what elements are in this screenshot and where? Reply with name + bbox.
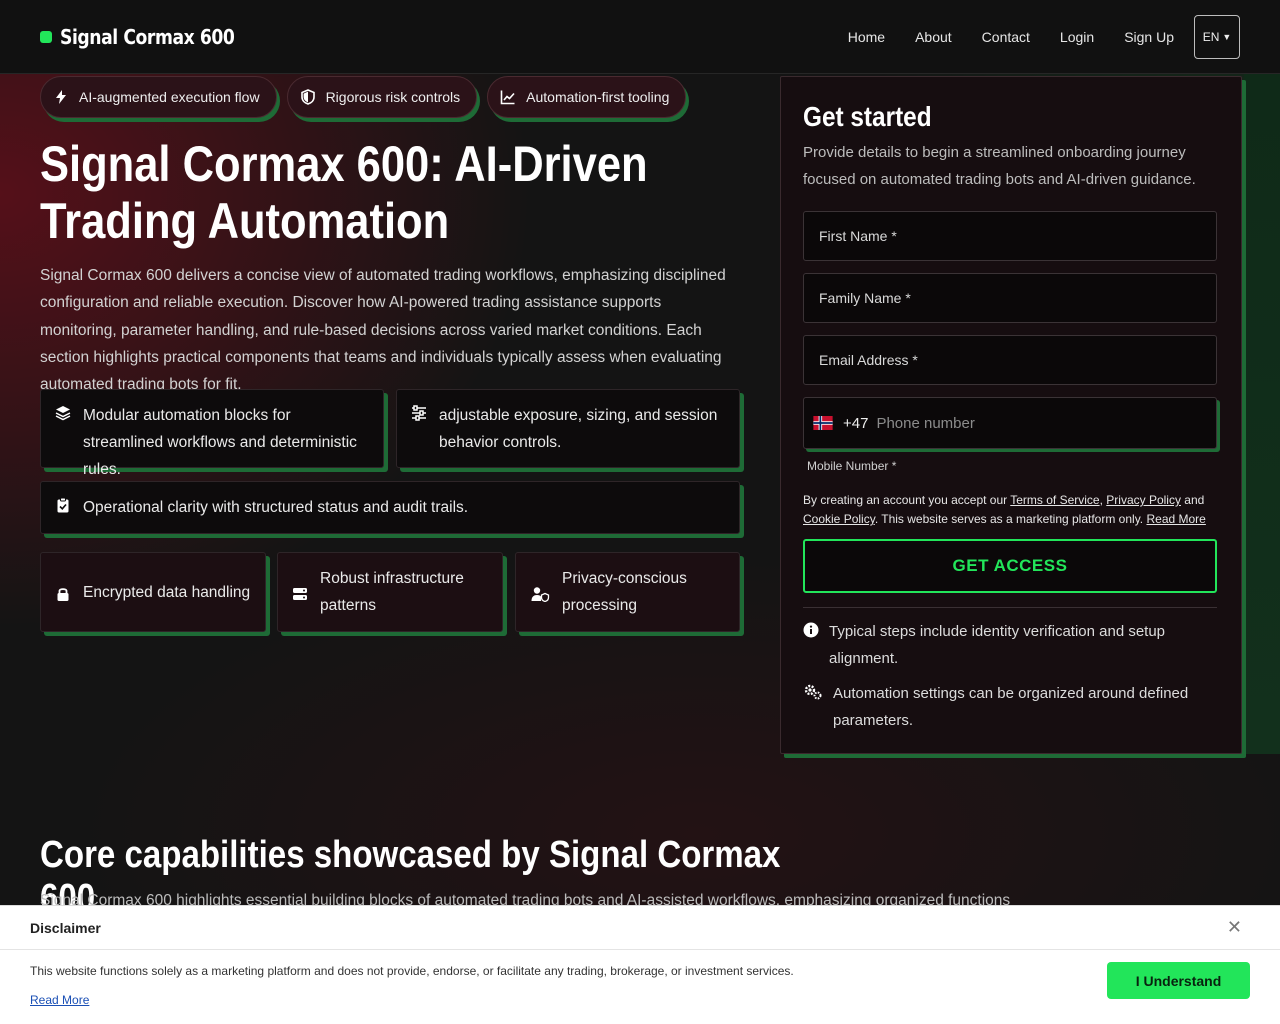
pill-execution: AI-augmented execution flow [40,76,277,118]
info-icon [803,622,819,638]
disclaimer-read-more-link[interactable]: Read More [30,993,89,1007]
pill-automation: Automation-first tooling [487,76,687,118]
terms-and: and [1180,493,1205,507]
mini-feature-encryption: Encrypted data handling [40,552,266,632]
brand-name: Signal Cormax 600 [60,24,235,49]
form-note-automation: Automation settings can be organized aro… [803,680,1217,734]
mobile-number-label: Mobile Number * [807,459,897,473]
page-title: Signal Cormax 600: AI-Driven Trading Aut… [40,136,648,249]
gears-icon [804,684,822,700]
cookie-policy-link[interactable]: Cookie Policy [803,512,875,526]
form-divider [803,607,1217,608]
mini-feature-label: Robust infrastructure patterns [320,570,464,614]
chevron-down-icon: ▼ [1222,31,1232,42]
pill-label: AI-augmented execution flow [79,89,260,105]
pill-risk: Rigorous risk controls [286,76,478,118]
disclaimer-title: Disclaimer [30,919,101,936]
site-header: Signal Cormax 600 Home About Contact Log… [0,0,1280,74]
highlight-pills: AI-augmented execution flow Rigorous ris… [40,76,687,118]
server-icon [293,587,307,600]
brand-mark-icon [40,30,52,43]
mini-feature-label: Encrypted data handling [83,583,251,601]
terms-suffix: . This website serves as a marketing pla… [874,512,1147,526]
nav-home[interactable]: Home [848,29,885,45]
note-text: Typical steps include identity verificat… [829,623,1166,667]
family-name-field[interactable]: Family Name * [803,273,1217,323]
layers-icon [55,406,71,421]
mini-feature-privacy: Privacy-conscious processing [515,552,740,632]
bolt-icon [56,90,66,104]
mini-feature-label: Privacy-conscious processing [562,570,687,614]
lock-icon [57,587,69,601]
shield-icon [300,89,315,105]
feature-card-modular: Modular automation blocks for streamline… [40,389,384,478]
terms-of-service-link[interactable]: Terms of Service [1010,493,1099,507]
clipboard-check-icon [57,497,69,513]
hero-description: Signal Cormax 600 delivers a concise vie… [40,267,726,394]
nav-contact[interactable]: Contact [982,29,1030,45]
main-nav: Home About Contact Login Sign Up EN ▼ [818,14,1240,59]
pill-label: Rigorous risk controls [325,89,461,105]
brand-logo[interactable]: Signal Cormax 600 [40,25,263,49]
terms-text: By creating an account you accept our Te… [803,491,1217,529]
first-name-field[interactable]: First Name * [803,211,1217,261]
feature-label: Operational clarity with structured stat… [83,499,469,516]
close-icon[interactable]: ✕ [1227,917,1242,938]
user-shield-icon [531,586,550,602]
form-note-verification: Typical steps include identity verificat… [803,618,1217,672]
feature-label: adjustable exposure, sizing, and session… [439,407,718,451]
mini-feature-infrastructure: Robust infrastructure patterns [277,552,503,632]
disclaimer-header: Disclaimer ✕ [0,906,1280,950]
nav-login[interactable]: Login [1060,29,1094,45]
get-access-button[interactable]: GET ACCESS [803,539,1217,593]
nav-signup[interactable]: Sign Up [1124,29,1174,45]
privacy-policy-link[interactable]: Privacy Policy [1106,493,1181,507]
nav-about[interactable]: About [915,29,952,45]
feature-label: Modular automation blocks for streamline… [83,407,357,478]
read-more-link[interactable]: Read More [1146,512,1205,526]
feature-card-clarity: Operational clarity with structured stat… [40,481,740,534]
language-select[interactable]: EN ▼ [1194,14,1240,59]
phone-country-code: +47 [843,414,869,432]
feature-card-controls: adjustable exposure, sizing, and session… [396,389,740,468]
disclaimer-text: This website functions solely as a marke… [30,964,794,978]
language-label: EN [1202,29,1220,44]
note-text: Automation settings can be organized aro… [833,685,1189,729]
chart-line-icon [500,90,515,105]
pill-label: Automation-first tooling [526,89,670,105]
sliders-icon [412,405,426,421]
form-title: Get started [803,101,932,132]
phone-input[interactable]: Phone number [876,415,974,432]
email-field[interactable]: Email Address * [803,335,1217,385]
i-understand-button[interactable]: I Understand [1107,962,1250,999]
form-subtitle: Provide details to begin a streamlined o… [803,144,1196,188]
terms-prefix: By creating an account you accept our [803,493,1011,507]
norway-flag-icon[interactable] [813,416,833,430]
side-decoration [1244,74,1280,754]
disclaimer-banner: Disclaimer ✕ This website functions sole… [0,905,1280,1024]
phone-field[interactable]: +47 Phone number [803,397,1217,449]
signup-form: Get started Provide details to begin a s… [780,76,1242,754]
